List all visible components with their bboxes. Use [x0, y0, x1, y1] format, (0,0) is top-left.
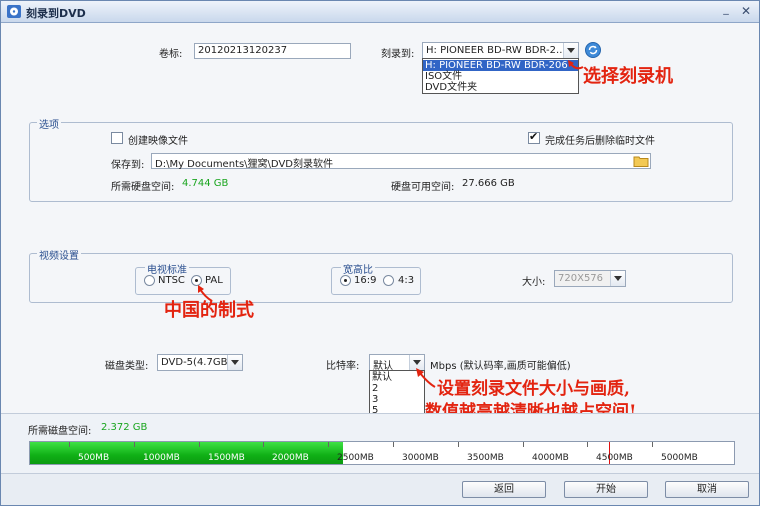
annotation-arrow — [416, 368, 436, 388]
dvd-app-icon — [7, 5, 21, 18]
capacity-tick-mark — [523, 442, 524, 447]
bitrate-label: 比特率: — [326, 361, 360, 372]
capacity-tick-label: 2500MB — [337, 453, 374, 463]
bitrate-unit-text: Mbps (默认码率,画质可能偏低) — [430, 361, 571, 372]
available-space-label: 硬盘可用空间: — [391, 182, 455, 193]
capacity-tick-mark — [199, 442, 200, 447]
capacity-tick-label: 2000MB — [272, 453, 309, 463]
folder-icon[interactable] — [633, 154, 649, 168]
burner-option-iso[interactable]: ISO文件 — [423, 71, 578, 82]
capacity-tick-mark — [458, 442, 459, 447]
title-bar: 刻录到DVD _ ✕ — [1, 1, 759, 23]
aspect-16-9-label: 16:9 — [354, 275, 377, 286]
close-icon[interactable]: ✕ — [739, 4, 753, 18]
capacity-tick-mark — [134, 442, 135, 447]
chevron-down-icon[interactable] — [610, 271, 625, 286]
disc-type-label: 磁盘类型: — [105, 361, 149, 372]
size-select-value: 720X576 — [558, 273, 604, 284]
capacity-tick-label: 1000MB — [143, 453, 180, 463]
capacity-tick-mark — [652, 442, 653, 447]
delete-temp-label: 完成任务后删除临时文件 — [545, 136, 655, 147]
capacity-tick-mark — [69, 442, 70, 447]
size-select[interactable]: 720X576 — [554, 270, 626, 287]
disc-type-select[interactable]: DVD-5(4.7GB) — [157, 354, 243, 371]
required-space-label: 所需硬盘空间: — [111, 182, 175, 193]
burn-to-label: 刻录到: — [381, 49, 415, 60]
volume-input[interactable]: 20120213120237 — [194, 43, 351, 59]
capacity-value: 2.372 GB — [101, 422, 148, 433]
capacity-tick-label: 4500MB — [596, 453, 633, 463]
capacity-bar: 500MB 1000MB 1500MB 2000MB 2500MB 3000MB 3500M… — [29, 441, 735, 465]
aspect-16-9-radio[interactable] — [340, 275, 351, 286]
burn-dvd-window: 刻录到DVD _ ✕ 卷标: 20120213120237 刻录到: H: PI… — [0, 0, 760, 506]
chevron-down-icon[interactable] — [227, 355, 242, 370]
minimize-icon[interactable]: _ — [719, 3, 733, 18]
annotation-burner: 选择刻录机 — [583, 66, 673, 87]
aspect-4-3-radio[interactable] — [383, 275, 394, 286]
capacity-tick-mark — [587, 442, 588, 447]
capacity-label: 所需磁盘空间: — [28, 426, 92, 437]
capacity-tick-mark — [263, 442, 264, 447]
window-title: 刻录到DVD — [26, 7, 86, 20]
annotation-standard: 中国的制式 — [164, 300, 254, 321]
chevron-down-icon[interactable] — [563, 43, 578, 58]
burner-option-pioneer[interactable]: H: PIONEER BD-RW BDR-206 — [423, 60, 578, 71]
refresh-icon[interactable] — [585, 42, 601, 58]
aspect-4-3-label: 4:3 — [398, 275, 415, 286]
aspect-ratio-label: 宽高比 — [341, 261, 375, 276]
capacity-tick-mark — [328, 442, 329, 447]
annotation-bitrate-line1: 设置刻录文件大小与画质, — [437, 379, 630, 399]
options-group-label: 选项 — [37, 116, 61, 131]
capacity-tick-label: 5000MB — [661, 453, 698, 463]
capacity-tick-label: 3500MB — [467, 453, 504, 463]
back-button[interactable]: 返回 — [462, 481, 546, 498]
volume-label: 卷标: — [159, 49, 183, 60]
create-image-checkbox[interactable] — [111, 132, 123, 144]
create-image-label: 创建映像文件 — [128, 136, 188, 147]
burner-option-dvd-folder[interactable]: DVD文件夹 — [423, 82, 578, 93]
required-space-value: 4.744 GB — [182, 178, 229, 189]
capacity-tick-label: 4000MB — [532, 453, 569, 463]
video-settings-group-label: 视频设置 — [37, 247, 81, 262]
ntsc-radio[interactable] — [144, 275, 155, 286]
bitrate-option-3[interactable]: 3 — [370, 394, 424, 405]
disc-type-value: DVD-5(4.7GB) — [161, 357, 232, 368]
capacity-tick-label: 3000MB — [402, 453, 439, 463]
available-space-value: 27.666 GB — [462, 178, 515, 189]
burner-select-value: H: PIONEER BD-RW BDR-2... — [426, 45, 566, 56]
save-path-input[interactable]: D:\My Documents\狸窝\DVD刻录软件 — [151, 153, 651, 170]
burner-dropdown-list: H: PIONEER BD-RW BDR-206 ISO文件 DVD文件夹 — [422, 58, 579, 94]
save-to-label: 保存到: — [111, 160, 145, 171]
tv-standard-label: 电视标准 — [145, 261, 189, 276]
capacity-tick-label: 1500MB — [208, 453, 245, 463]
start-button[interactable]: 开始 — [564, 481, 648, 498]
burner-select[interactable]: H: PIONEER BD-RW BDR-2... — [422, 42, 579, 59]
capacity-tick-label: 500MB — [78, 453, 110, 463]
capacity-tick-mark — [393, 442, 394, 447]
size-label: 大小: — [522, 277, 546, 288]
ntsc-label: NTSC — [158, 275, 185, 286]
delete-temp-checkbox[interactable] — [528, 130, 540, 144]
cancel-button[interactable]: 取消 — [665, 481, 749, 498]
